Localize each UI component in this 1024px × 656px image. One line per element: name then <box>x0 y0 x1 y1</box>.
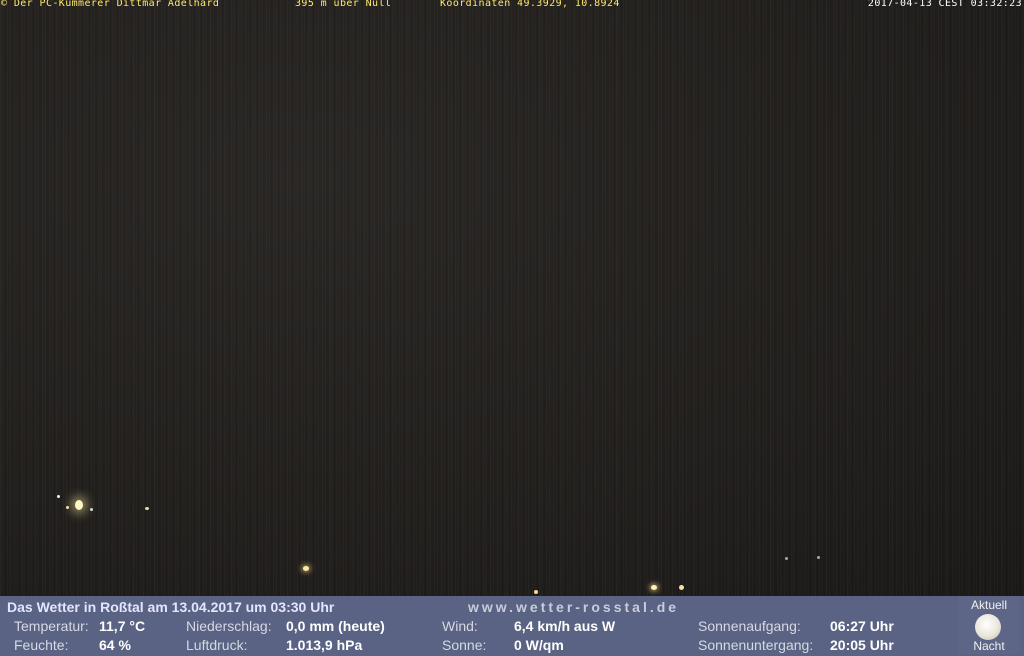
humidity-value: 64 % <box>99 637 131 653</box>
website-link[interactable]: www.wetter-rosstal.de <box>468 599 679 615</box>
street-light <box>303 566 309 571</box>
coordinates-text: Koordinaten 49.3929, 10.8924 <box>440 0 620 9</box>
current-condition-box: Aktuell Nacht <box>958 596 1020 654</box>
street-light <box>651 585 657 590</box>
sunset-label: Sonnenuntergang: <box>698 637 814 653</box>
current-condition: Nacht <box>973 639 1005 653</box>
pressure-value: 1.013,9 hPa <box>286 637 363 653</box>
sunset-value: 20:05 Uhr <box>830 637 894 653</box>
street-light <box>145 507 149 510</box>
altitude-text: 395 m über Null <box>295 0 392 9</box>
precipitation-label: Niederschlag: <box>186 618 272 634</box>
humidity-label: Feuchte: <box>14 637 69 653</box>
street-light <box>57 495 60 498</box>
street-light <box>90 508 93 511</box>
weather-title: Das Wetter in Roßtal am 13.04.2017 um 03… <box>7 599 335 615</box>
street-light <box>679 585 684 590</box>
webcam-frame: © Der PC-Kümmerer Dittmar Adelhard 395 m… <box>0 0 1024 656</box>
moon-icon <box>975 614 1001 640</box>
street-light <box>534 590 538 594</box>
overlay-bar: © Der PC-Kümmerer Dittmar Adelhard 395 m… <box>0 0 1024 11</box>
street-light <box>75 500 83 510</box>
copyright-text: © Der PC-Kümmerer Dittmar Adelhard <box>1 0 220 9</box>
temperature-value: 11,7 °C <box>99 618 146 634</box>
temperature-label: Temperatur: <box>14 618 89 634</box>
street-light <box>785 557 788 560</box>
street-light <box>817 556 820 559</box>
pressure-label: Luftdruck: <box>186 637 248 653</box>
wind-label: Wind: <box>442 618 478 634</box>
timestamp-text: 2017-04-13 CEST 03:32:23 <box>867 0 1022 9</box>
sun-label: Sonne: <box>442 637 487 653</box>
current-label: Aktuell <box>970 598 1008 612</box>
sunrise-value: 06:27 Uhr <box>830 618 894 634</box>
precipitation-value: 0,0 mm (heute) <box>286 618 385 634</box>
weather-panel: Das Wetter in Roßtal am 13.04.2017 um 03… <box>0 596 1024 656</box>
sunrise-label: Sonnenaufgang: <box>698 618 801 634</box>
sun-value: 0 W/qm <box>514 637 564 653</box>
night-camera-image <box>0 0 1024 596</box>
wind-value: 6,4 km/h aus W <box>514 618 616 634</box>
street-light <box>66 506 69 509</box>
